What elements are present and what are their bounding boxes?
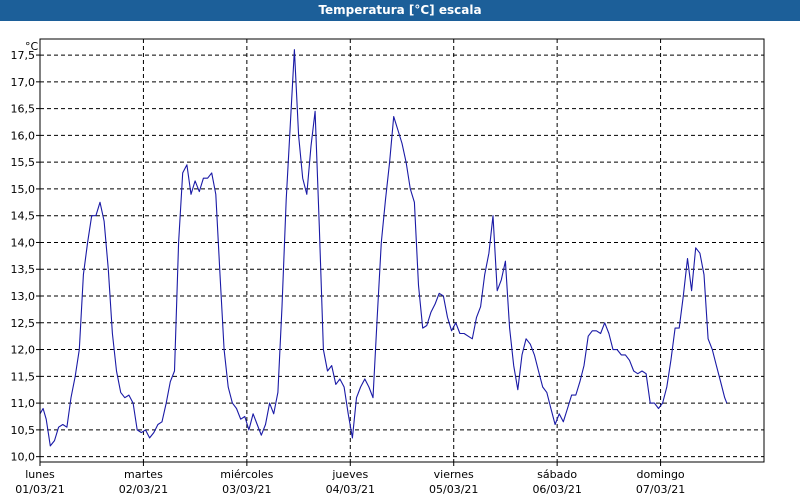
x-tick-day-label: jueves (331, 468, 368, 481)
y-tick-label: 15,5 (11, 156, 36, 169)
y-tick-label: 14,0 (11, 236, 36, 249)
x-tick-date-label: 03/03/21 (222, 483, 271, 496)
y-tick-label: 12,5 (11, 317, 36, 330)
y-tick-label: 14,5 (11, 210, 36, 223)
x-tick-date-label: 01/03/21 (15, 483, 64, 496)
y-tick-label: 15,0 (11, 183, 36, 196)
x-tick-date-label: 07/03/21 (636, 483, 685, 496)
x-axis-ticks: lunes 01/03/21 martes 02/03/21 miércoles 03/0… (15, 462, 685, 496)
y-tick-label: 17,0 (11, 76, 36, 89)
x-tick-date-label: 04/03/21 (326, 483, 375, 496)
x-tick-day-label: martes (124, 468, 163, 481)
y-tick-label: 13,5 (11, 263, 36, 276)
y-tick-label: 10,0 (11, 451, 36, 464)
chart-title: Temperatura [°C] escala (0, 0, 800, 21)
y-tick-label: 16,5 (11, 103, 36, 116)
x-tick-day-label: domingo (636, 468, 684, 481)
x-tick-day-label: miércoles (220, 468, 273, 481)
y-axis-unit-label: °C (25, 40, 39, 53)
y-tick-label: 13,0 (11, 290, 36, 303)
y-tick-label: 11,5 (11, 370, 36, 383)
y-tick-label: 11,0 (11, 397, 36, 410)
plot-frame (39, 38, 765, 463)
x-tick-date-label: 02/03/21 (119, 483, 168, 496)
y-axis-ticks: 10,0 10,5 11,0 11,5 12,0 12,5 13,0 13,5 14,0 14,5… (11, 49, 40, 464)
temperature-chart: 10,0 10,5 11,0 11,5 12,0 12,5 13,0 13,5 14,0 14,5… (11, 38, 765, 496)
x-tick-date-label: 05/03/21 (429, 483, 478, 496)
x-tick-day-label: lunes (25, 468, 55, 481)
y-tick-label: 12,0 (11, 344, 36, 357)
grid-lines (40, 39, 764, 462)
x-tick-day-label: sábado (537, 468, 577, 481)
y-tick-label: 16,0 (11, 129, 36, 142)
x-tick-date-label: 06/03/21 (532, 483, 581, 496)
x-tick-day-label: viernes (434, 468, 474, 481)
y-tick-label: 10,5 (11, 424, 36, 437)
